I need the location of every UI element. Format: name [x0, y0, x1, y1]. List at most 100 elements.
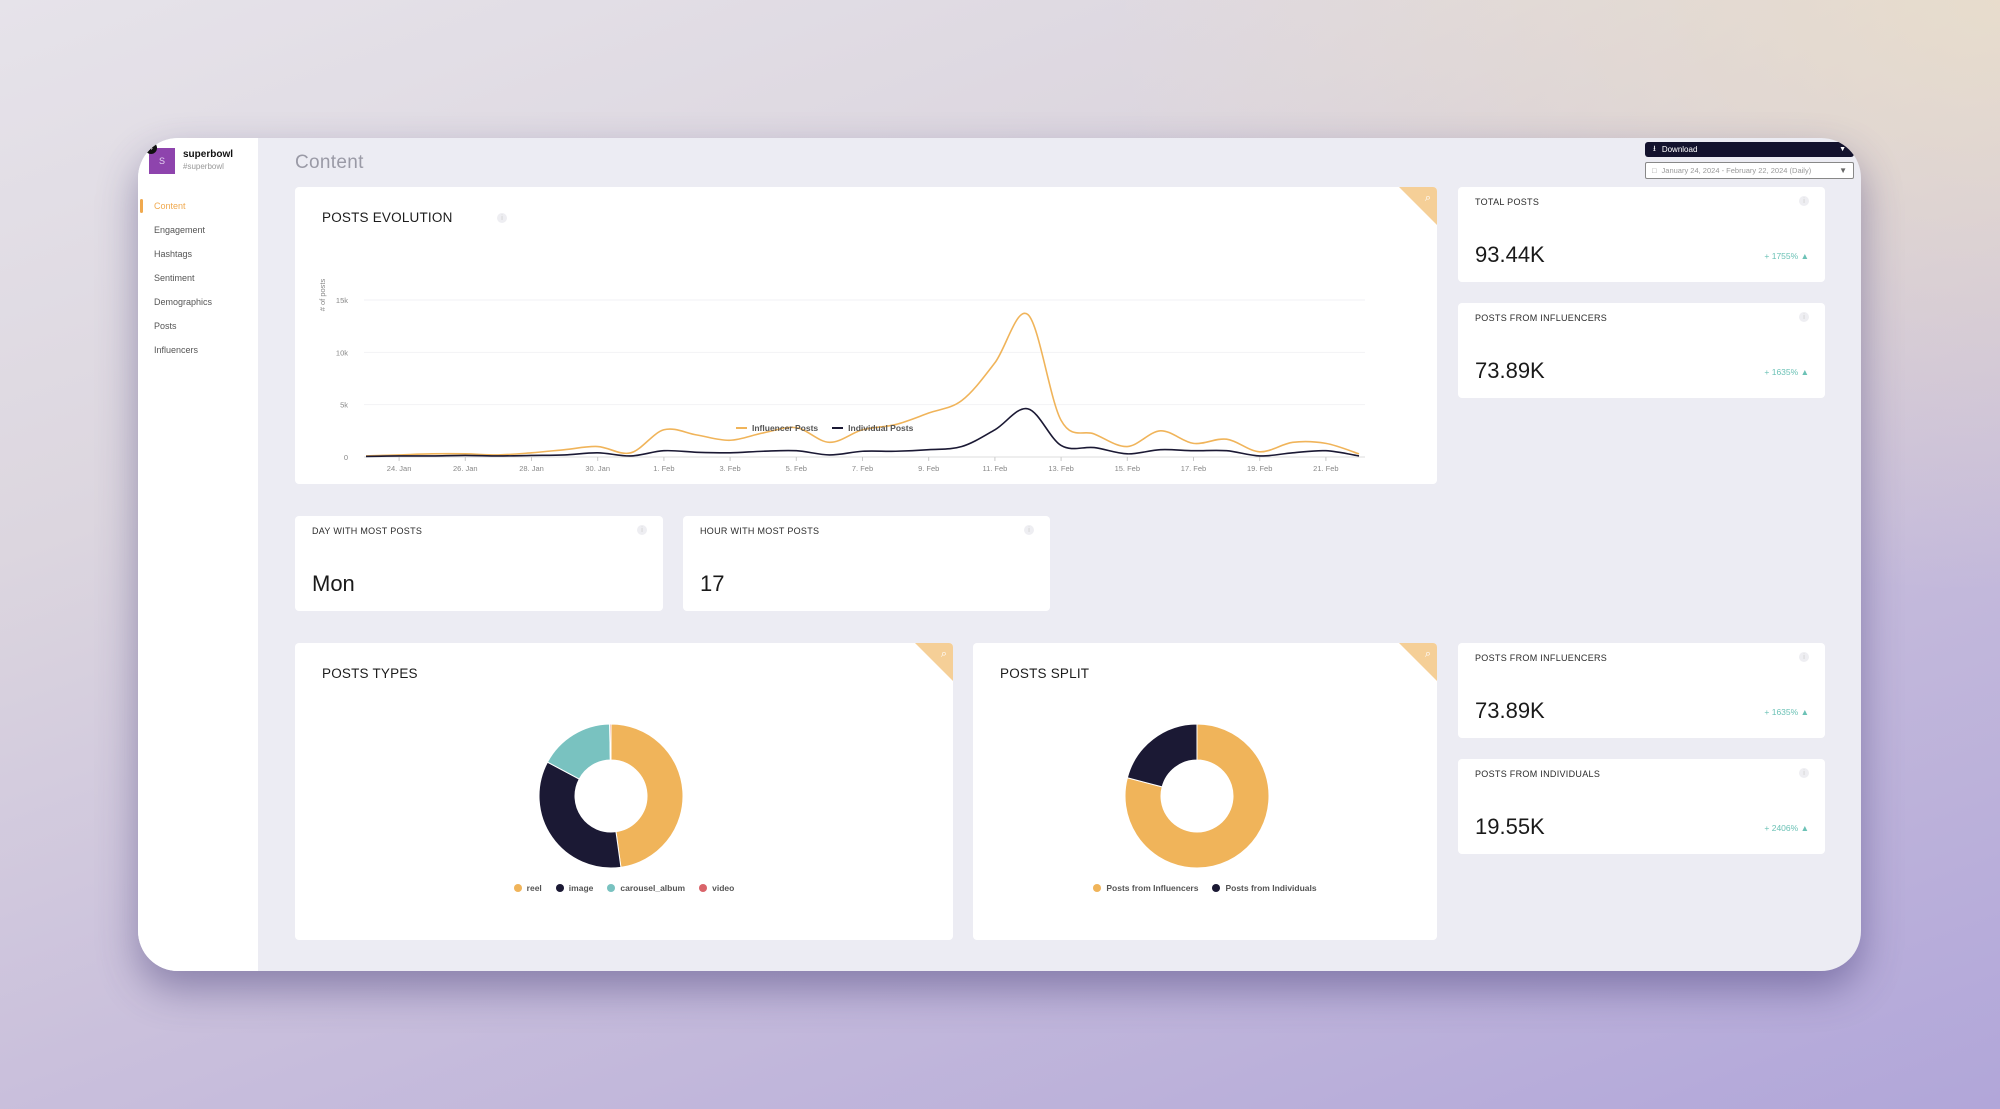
- donut-slice-reel[interactable]: [610, 723, 684, 868]
- arrow-up-icon: ▲: [1800, 707, 1809, 717]
- app-window: S # superbowl #superbowl Content Engagem…: [138, 138, 1861, 971]
- legend-label: video: [712, 883, 735, 893]
- info-icon[interactable]: i: [1024, 525, 1034, 535]
- arrow-up-icon: ▲: [1800, 367, 1809, 377]
- brand-tag: #superbowl: [183, 162, 224, 171]
- legend-item-individual-posts[interactable]: Individual Posts: [832, 423, 913, 433]
- stat-label: POSTS FROM INFLUENCERS: [1475, 653, 1608, 663]
- stat-value: 73.89K: [1475, 358, 1545, 383]
- stat-value: 73.89K: [1475, 698, 1545, 723]
- change-value: + 2406%: [1764, 823, 1799, 833]
- chart-legend: reel image carousel_album video: [295, 883, 953, 893]
- stat-card-posts-from-influencers: POSTS FROM INFLUENCERS i 73.89K + 1635% …: [1458, 643, 1825, 738]
- legend-item-carousel-album[interactable]: carousel_album: [607, 883, 685, 893]
- stat-change: + 1755% ▲: [1764, 251, 1809, 261]
- legend-label: image: [568, 883, 594, 893]
- sidebar-item-sentiment[interactable]: Sentiment: [138, 266, 258, 290]
- stat-label: POSTS FROM INFLUENCERS: [1475, 313, 1608, 323]
- posts-split-card: POSTS SPLIT ⌕ Posts from Influencers Pos…: [973, 643, 1437, 940]
- donut-slice-video[interactable]: [609, 723, 612, 761]
- stat-card-posts-from-individuals: POSTS FROM INDIVIDUALS i 19.55K + 2406% …: [1458, 759, 1825, 854]
- date-range-value: January 24, 2024 - February 22, 2024 (Da…: [1661, 166, 1812, 175]
- sidebar-nav: Content Engagement Hashtags Sentiment De…: [138, 194, 258, 362]
- legend-item-image[interactable]: image: [555, 883, 594, 893]
- chevron-down-icon: ▼: [1839, 166, 1847, 175]
- x-tick-label: 30. Jan: [585, 464, 610, 473]
- x-tick-label: 1. Feb: [653, 464, 674, 473]
- stat-value: Mon: [312, 571, 355, 596]
- stat-value: 17: [700, 571, 725, 596]
- brand-initial: S: [158, 156, 165, 166]
- arrow-up-icon: ▲: [1800, 823, 1809, 833]
- x-tick-label: 9. Feb: [918, 464, 939, 473]
- legend-label: reel: [526, 883, 542, 893]
- sidebar-item-influencers[interactable]: Influencers: [138, 338, 258, 362]
- date-range-select[interactable]: □ January 24, 2024 - February 22, 2024 (…: [1645, 162, 1854, 179]
- download-button[interactable]: ⭳ Download ▼: [1645, 142, 1854, 157]
- legend-dot: [1212, 884, 1221, 892]
- sidebar-item-posts[interactable]: Posts: [138, 314, 258, 338]
- info-icon[interactable]: i: [1799, 312, 1809, 322]
- hashtag-badge-icon: #: [145, 142, 157, 154]
- legend-item-video[interactable]: video: [699, 883, 734, 893]
- legend-dot: [1093, 884, 1102, 892]
- legend-item-reel[interactable]: reel: [513, 883, 542, 893]
- change-value: + 1755%: [1764, 251, 1799, 261]
- legend-dot: [607, 884, 616, 892]
- brand-avatar: S #: [145, 142, 175, 174]
- legend-dot: [699, 884, 708, 892]
- legend-item-influencer-posts[interactable]: Influencer Posts: [736, 423, 818, 433]
- sidebar: S # superbowl #superbowl Content Engagem…: [138, 138, 258, 971]
- stat-change: + 1635% ▲: [1764, 707, 1809, 717]
- sidebar-item-engagement[interactable]: Engagement: [138, 218, 258, 242]
- posts-split-donut: [1124, 723, 1270, 869]
- info-icon[interactable]: i: [1799, 652, 1809, 662]
- change-value: + 1635%: [1764, 367, 1799, 377]
- legend-dot: [555, 884, 564, 892]
- sidebar-item-demographics[interactable]: Demographics: [138, 290, 258, 314]
- x-tick-label: 17. Feb: [1181, 464, 1206, 473]
- x-tick-label: 15. Feb: [1115, 464, 1140, 473]
- x-tick-label: 26. Jan: [453, 464, 478, 473]
- posts-types-card: POSTS TYPES ⌕ reel image carousel_album …: [295, 643, 953, 940]
- brand-name: superbowl: [183, 149, 234, 160]
- y-tick-label: 15k: [336, 296, 348, 305]
- y-axis-label: # of posts: [318, 278, 327, 311]
- download-icon: ⭳: [1653, 143, 1656, 153]
- y-tick-label: 0: [344, 453, 348, 462]
- stat-change: + 1635% ▲: [1764, 367, 1809, 377]
- info-icon[interactable]: i: [637, 525, 647, 535]
- x-tick-label: 7. Feb: [852, 464, 873, 473]
- legend-dot: [513, 884, 522, 892]
- stat-label: HOUR WITH MOST POSTS: [700, 526, 820, 536]
- posts-evolution-chart: 0 5k 10k 15k 24. Jan 26. Jan 28. Jan 30. Jan 1.…: [318, 278, 1365, 473]
- chevron-down-icon: ▼: [1839, 146, 1846, 153]
- posts-evolution-card: POSTS EVOLUTION i ⌕ 0 5k 10k 15k 24. Jan 26.…: [295, 187, 1437, 484]
- legend-label: Influencer Posts: [752, 423, 819, 433]
- stat-label: TOTAL POSTS: [1475, 197, 1540, 207]
- y-tick-label: 5k: [340, 401, 348, 410]
- sidebar-item-content[interactable]: Content: [138, 194, 258, 218]
- hour-with-most-posts-card: HOUR WITH MOST POSTS i 17: [683, 516, 1050, 611]
- x-tick-label: 19. Feb: [1247, 464, 1272, 473]
- download-label: Download: [1661, 145, 1698, 154]
- donut-slice-posts-from-individuals[interactable]: [1126, 723, 1198, 788]
- x-tick-label: 21. Feb: [1313, 464, 1338, 473]
- series-line-influencer-posts: [365, 312, 1360, 457]
- brand[interactable]: S # superbowl #superbowl: [145, 142, 234, 174]
- sidebar-item-hashtags[interactable]: Hashtags: [138, 242, 258, 266]
- info-icon[interactable]: i: [1799, 196, 1809, 206]
- info-icon[interactable]: i: [1799, 768, 1809, 778]
- y-tick-label: 10k: [336, 348, 348, 357]
- page-title: Content: [295, 152, 364, 173]
- legend-item-posts-from-influencers[interactable]: Posts from Influencers: [1093, 883, 1198, 893]
- x-tick-label: 3. Feb: [719, 464, 740, 473]
- legend-item-posts-from-individuals[interactable]: Posts from Individuals: [1212, 883, 1317, 893]
- arrow-up-icon: ▲: [1800, 251, 1809, 261]
- stat-value: 93.44K: [1475, 242, 1545, 267]
- day-with-most-posts-card: DAY WITH MOST POSTS i Mon: [295, 516, 663, 611]
- x-tick-label: 28. Jan: [519, 464, 544, 473]
- stat-label: DAY WITH MOST POSTS: [312, 526, 423, 536]
- legend-label: carousel_album: [620, 883, 686, 893]
- chart-legend: Influencer Posts Individual Posts: [736, 423, 913, 433]
